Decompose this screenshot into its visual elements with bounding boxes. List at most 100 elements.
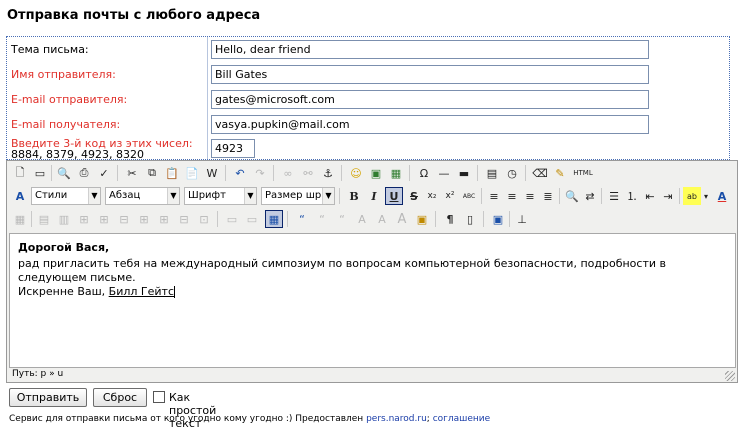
merge-cells-alt-icon[interactable]: ▭ xyxy=(243,210,261,228)
strikethrough-button[interactable]: S xyxy=(405,187,423,205)
bold-button[interactable]: B xyxy=(345,187,363,205)
paste-text-icon[interactable]: 📄 xyxy=(183,164,201,182)
plain-text-checkbox[interactable] xyxy=(153,391,165,403)
sender-name-row: Имя отправителя: xyxy=(7,62,729,86)
resize-handle-icon[interactable] xyxy=(725,371,735,381)
paste-icon[interactable]: 📋 xyxy=(163,164,181,182)
insert-row-after-icon[interactable]: ⊞ xyxy=(95,210,113,228)
footer: Сервис для отправки письма от кого угодн… xyxy=(9,414,490,424)
superscript-button[interactable]: x² xyxy=(441,187,459,205)
closing-line: Искренне Ваш, Билл Гейтс xyxy=(18,285,727,299)
footer-separator: ; xyxy=(426,414,430,424)
editor-content[interactable]: Дорогой Вася, рад пригласить тебя на меж… xyxy=(9,233,736,368)
attribs-icon[interactable]: A xyxy=(393,210,411,228)
closing-text: Искренне Ваш, xyxy=(18,285,109,298)
show-invisibles-icon[interactable]: ¶ xyxy=(441,210,459,228)
preview-icon[interactable]: 🔍 xyxy=(55,164,73,182)
toolbar-divider xyxy=(483,211,484,227)
abbr-icon[interactable]: “ xyxy=(333,210,351,228)
split-cells-icon[interactable]: ⊡ xyxy=(195,210,213,228)
replace-icon[interactable]: ⇄ xyxy=(581,187,599,205)
recipient-email-input[interactable] xyxy=(211,115,649,134)
paste-word-icon[interactable]: W xyxy=(203,164,221,182)
acronym-button[interactable]: ABC xyxy=(459,187,479,205)
delete-col-icon[interactable]: ⊟ xyxy=(175,210,193,228)
sender-name-input[interactable] xyxy=(211,65,649,84)
html-source-icon[interactable]: HTML xyxy=(571,164,595,182)
image-icon[interactable]: ▣ xyxy=(367,164,385,182)
page-title: Отправка почты с любого адреса xyxy=(7,8,261,23)
new-document-icon[interactable]: 🗋 xyxy=(11,164,29,182)
unlink-icon[interactable]: ⚯ xyxy=(299,164,317,182)
font-select[interactable]: Шрифт ▼ xyxy=(184,187,257,205)
ins-icon[interactable]: A xyxy=(373,210,391,228)
subscript-button[interactable]: x₂ xyxy=(423,187,441,205)
row-props-icon[interactable]: ▤ xyxy=(35,210,53,228)
horizontal-rule-icon[interactable]: — xyxy=(435,164,453,182)
font-size-select[interactable]: Размер шрифт ▼ xyxy=(261,187,335,205)
style-props-icon[interactable]: A xyxy=(11,187,29,205)
underline-button[interactable]: U xyxy=(385,187,403,205)
insert-row-before-icon[interactable]: ⊞ xyxy=(75,210,93,228)
send-button[interactable]: Отправить xyxy=(9,388,87,407)
reset-button[interactable]: Сброс xyxy=(93,388,147,407)
insert-table-icon[interactable]: ▦ xyxy=(265,210,283,228)
page-break-icon[interactable]: ⊥ xyxy=(513,210,531,228)
link-icon[interactable]: ∞ xyxy=(279,164,297,182)
cleanup-icon[interactable]: ✎ xyxy=(551,164,569,182)
cut-icon[interactable]: ✂ xyxy=(123,164,141,182)
blockquote-icon[interactable]: “ xyxy=(293,210,311,228)
table-props-icon[interactable]: ▦ xyxy=(11,210,29,228)
cite-icon[interactable]: “ xyxy=(313,210,331,228)
numbered-list-icon[interactable]: ⒈ xyxy=(623,187,641,205)
sender-email-row: E-mail отправителя: xyxy=(7,87,729,111)
chevron-down-icon[interactable]: ▾ xyxy=(701,187,711,205)
captcha-input[interactable] xyxy=(211,139,255,158)
copy-icon[interactable]: ⧉ xyxy=(143,164,161,182)
site-link[interactable]: pers.narod.ru xyxy=(366,414,427,424)
sender-email-input[interactable] xyxy=(211,90,649,109)
outdent-icon[interactable]: ⇤ xyxy=(641,187,659,205)
anchor-icon[interactable]: ⚓ xyxy=(319,164,337,182)
paragraph-select[interactable]: Абзац ▼ xyxy=(105,187,180,205)
align-right-icon[interactable]: ≡ xyxy=(521,187,539,205)
status-path: Путь: p » u xyxy=(12,369,64,379)
toolbar-divider xyxy=(341,165,342,181)
text-color-icon[interactable]: A xyxy=(713,187,731,205)
smiley-icon[interactable]: ☺ xyxy=(347,164,365,182)
media-icon[interactable]: ▦ xyxy=(387,164,405,182)
align-justify-icon[interactable]: ≣ xyxy=(539,187,557,205)
subject-input[interactable] xyxy=(211,40,649,59)
redo-icon[interactable]: ↷ xyxy=(251,164,269,182)
agreement-link[interactable]: соглашение xyxy=(433,414,491,424)
insert-date-icon[interactable]: ▤ xyxy=(483,164,501,182)
bullet-list-icon[interactable]: ☰ xyxy=(605,187,623,205)
advanced-hr-icon[interactable]: ▬ xyxy=(455,164,473,182)
insert-time-icon[interactable]: ◷ xyxy=(503,164,521,182)
del-icon[interactable]: A xyxy=(353,210,371,228)
layer-icon[interactable]: ▣ xyxy=(413,210,431,228)
special-char-icon[interactable]: Ω xyxy=(415,164,433,182)
insert-col-before-icon[interactable]: ⊞ xyxy=(135,210,153,228)
print-icon[interactable]: ⎙ xyxy=(75,164,93,182)
visual-aid-icon[interactable]: ▯ xyxy=(461,210,479,228)
cell-props-icon[interactable]: ▥ xyxy=(55,210,73,228)
undo-icon[interactable]: ↶ xyxy=(231,164,249,182)
template-icon[interactable]: ▭ xyxy=(31,164,49,182)
delete-row-icon[interactable]: ⊟ xyxy=(115,210,133,228)
recipient-email-row: E-mail получателя: xyxy=(7,112,729,136)
spellcheck-icon[interactable]: ✓ xyxy=(95,164,113,182)
fullscreen-icon[interactable]: ▣ xyxy=(489,210,507,228)
merge-cells-icon[interactable]: ▭ xyxy=(223,210,241,228)
highlight-color-icon[interactable]: ab xyxy=(683,187,701,205)
remove-format-icon[interactable]: ⌫ xyxy=(531,164,549,182)
align-left-icon[interactable]: ≡ xyxy=(485,187,503,205)
italic-button[interactable]: I xyxy=(365,187,383,205)
insert-col-after-icon[interactable]: ⊞ xyxy=(155,210,173,228)
align-center-icon[interactable]: ≡ xyxy=(503,187,521,205)
find-icon[interactable]: 🔍 xyxy=(563,187,581,205)
styles-select[interactable]: Стили ▼ xyxy=(31,187,101,205)
body-paragraph: рад пригласить тебя на международный сим… xyxy=(18,257,666,284)
captcha-label-block: Введите 3-й код из этих чисел: 8884, 837… xyxy=(11,138,193,160)
indent-icon[interactable]: ⇥ xyxy=(659,187,677,205)
